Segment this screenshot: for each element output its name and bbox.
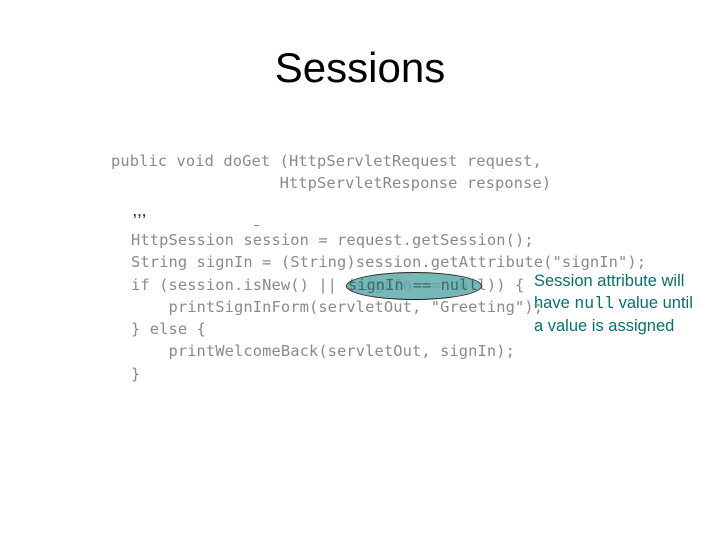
code-line: printWelcomeBack(servletOut, signIn); bbox=[131, 342, 516, 361]
annotation-text: value until bbox=[613, 294, 693, 312]
ellipsis-marker: ,,, bbox=[133, 204, 147, 219]
annotation-callout: Session attribute will have null value u… bbox=[534, 270, 720, 337]
highlight-text: signIn == null bbox=[348, 276, 478, 294]
code-line: } bbox=[131, 364, 141, 383]
annotation-line: a value is assigned bbox=[534, 317, 675, 335]
annotation-text: have bbox=[534, 294, 575, 312]
code-line: HttpServletResponse response) bbox=[111, 174, 552, 193]
code-line: printSignInForm(servletOut, "Greeting"); bbox=[131, 297, 544, 316]
code-signature: public void doGet (HttpServletRequest re… bbox=[111, 150, 551, 195]
code-line: String signIn = (String)session.getAttri… bbox=[131, 253, 647, 272]
code-line: HttpSession session = request.getSession… bbox=[131, 231, 534, 249]
code-line: } else { bbox=[131, 320, 206, 339]
annotation-code: null bbox=[574, 294, 614, 313]
code-line: public void doGet (HttpServletRequest re… bbox=[111, 152, 542, 170]
stray-mark bbox=[254, 225, 259, 226]
annotation-line: Session attribute will bbox=[534, 272, 685, 290]
slide-title: Sessions bbox=[274, 44, 446, 91]
annotation-line: have null value until bbox=[534, 292, 720, 315]
